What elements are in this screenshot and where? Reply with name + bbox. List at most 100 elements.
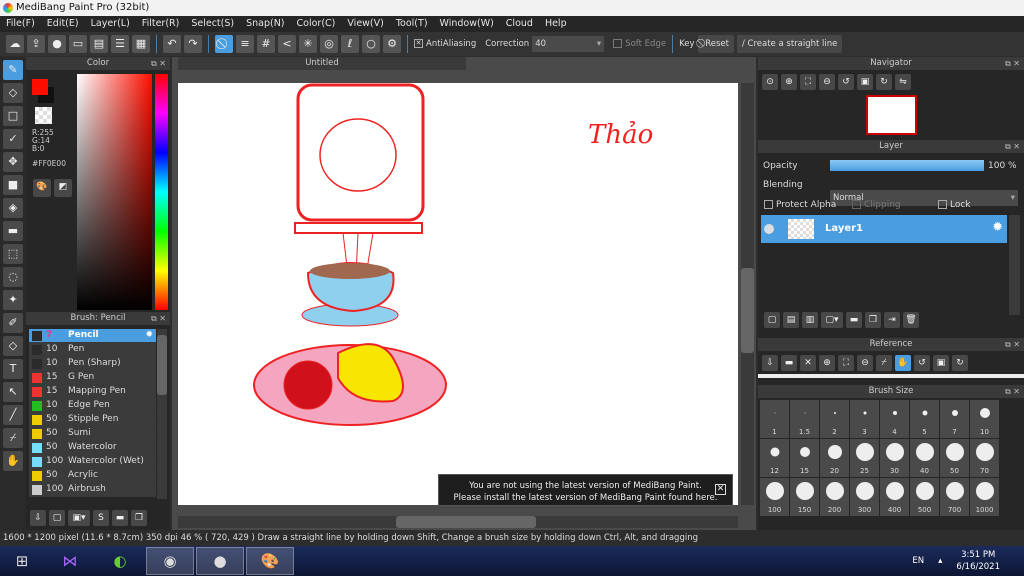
vertical-scrollbar[interactable] <box>741 83 754 505</box>
divide-tool-icon[interactable]: ╱ <box>3 405 23 425</box>
hue-slider[interactable] <box>155 74 168 310</box>
brush-size-option[interactable]: 7 <box>940 400 969 438</box>
brush-size-option[interactable]: 12 <box>760 439 789 477</box>
menu-cloud[interactable]: Cloud <box>500 16 539 32</box>
brush-item-airbrush[interactable]: 100 Airbrush <box>29 483 156 497</box>
brush-size-option[interactable]: 40 <box>910 439 939 477</box>
brush-item-pencil[interactable]: 7 Pencil ✹ <box>29 329 156 343</box>
text-tool-icon[interactable]: T <box>3 359 23 379</box>
brush-size-option[interactable]: 1.5 <box>790 400 819 438</box>
menu-tool[interactable]: Tool(T) <box>390 16 434 32</box>
cross-snap-icon[interactable]: # <box>257 35 275 53</box>
brush-size-option[interactable]: 2 <box>820 400 849 438</box>
brush-item[interactable]: 100 Watercolor (Wet) <box>29 455 156 469</box>
rotate-right-icon[interactable]: ↻ <box>876 74 892 90</box>
brush-settings-icon[interactable]: S <box>93 510 109 526</box>
visibility-icon[interactable] <box>764 224 774 234</box>
brush-item[interactable]: 10 Pen <box>29 343 156 357</box>
brush-size-option[interactable]: 5 <box>910 400 939 438</box>
brush-size-option[interactable]: 15 <box>790 439 819 477</box>
select-pen-icon[interactable]: ✓ <box>3 129 23 149</box>
comment-icon[interactable]: ● <box>48 35 66 53</box>
grid-icon[interactable]: ▦ <box>132 35 150 53</box>
cloud-icon[interactable]: ☁ <box>6 35 24 53</box>
zoom-in-icon[interactable]: ⊕ <box>781 74 797 90</box>
opacity-slider[interactable] <box>830 160 984 171</box>
brush-item[interactable]: 10 Edge Pen <box>29 399 156 413</box>
coccoc-browser-icon[interactable]: ◐ <box>96 547 144 575</box>
menu-window[interactable]: Window(W) <box>434 16 500 32</box>
vanishing-point-icon[interactable]: < <box>278 35 296 53</box>
trash-icon[interactable]: 🗑 <box>903 312 919 328</box>
move-tool-icon[interactable]: ✥ <box>3 152 23 172</box>
reset-button[interactable]: ⃠ Reset <box>697 35 734 53</box>
correction-select[interactable]: 40 <box>532 36 605 52</box>
layer-row[interactable]: Layer1 ✹ <box>761 215 1007 243</box>
scroll-thumb[interactable] <box>396 516 536 528</box>
panel-close-icon[interactable]: ⧉ ✕ <box>151 57 166 70</box>
add-brush-menu-icon[interactable]: ▣▾ <box>68 510 90 526</box>
brush-size-option[interactable]: 300 <box>850 478 879 516</box>
brush-size-option[interactable]: 4 <box>880 400 909 438</box>
chrome-icon[interactable]: ◉ <box>146 547 194 575</box>
zoom-in-icon[interactable]: ⊕ <box>819 355 835 371</box>
parallel-snap-icon[interactable]: ≡ <box>236 35 254 53</box>
rotate-left-icon[interactable]: ↺ <box>838 74 854 90</box>
reset-rotation-icon[interactable]: ▣ <box>857 74 873 90</box>
scroll-thumb[interactable] <box>741 268 754 353</box>
add-layer-menu-icon[interactable]: ▢▾ <box>821 312 843 328</box>
rotate-left-icon[interactable]: ↺ <box>914 355 930 371</box>
clock[interactable]: 3:51 PM 6/16/2021 <box>956 549 1000 573</box>
gear-icon[interactable]: ✹ <box>145 329 153 342</box>
message-icon[interactable]: ▭ <box>69 35 87 53</box>
open-folder-icon[interactable]: ▬ <box>781 355 797 371</box>
radial-snap-icon[interactable]: ✳ <box>299 35 317 53</box>
menu-edit[interactable]: Edit(E) <box>41 16 85 32</box>
operation-tool-icon[interactable]: ↖ <box>3 382 23 402</box>
brush-tool-icon[interactable]: ✎ <box>3 60 23 80</box>
zoom-out-icon[interactable]: ⊖ <box>819 74 835 90</box>
snap-off-icon[interactable]: ⃠ <box>215 35 233 53</box>
panel-close-icon[interactable]: ⧉ ✕ <box>1005 385 1020 398</box>
tray-expand-icon[interactable]: ▴ <box>938 556 942 566</box>
menu-color[interactable]: Color(C) <box>291 16 342 32</box>
select-eraser-icon[interactable]: ◇ <box>3 336 23 356</box>
duplicate-icon[interactable]: ❐ <box>131 510 147 526</box>
magic-wand-icon[interactable]: ✦ <box>3 290 23 310</box>
brush-size-option[interactable]: 20 <box>820 439 849 477</box>
brush-size-option[interactable]: 10 <box>970 400 999 438</box>
brush-list-scrollbar[interactable] <box>157 329 167 499</box>
flip-icon[interactable]: ⇋ <box>895 74 911 90</box>
brush-size-option[interactable]: 3 <box>850 400 879 438</box>
document-icon[interactable]: ▤ <box>90 35 108 53</box>
new-layer-icon[interactable]: ▢ <box>764 312 780 328</box>
curve-snap-icon[interactable]: ℓ <box>341 35 359 53</box>
transparent-color-swatch[interactable] <box>35 107 52 124</box>
rect-select-icon[interactable]: ⬚ <box>3 244 23 264</box>
antialiasing-checkbox[interactable]: ✕ AntiAliasing <box>414 39 476 49</box>
gear-icon[interactable]: ✹ <box>992 220 1003 235</box>
menu-filter[interactable]: Filter(R) <box>136 16 186 32</box>
palette-icon[interactable]: 🎨 <box>33 179 51 197</box>
folder-icon[interactable]: ▬ <box>846 312 862 328</box>
soft-edge-checkbox[interactable]: Soft Edge <box>613 39 666 49</box>
gradient-tool-icon[interactable]: ▬ <box>3 221 23 241</box>
brush-item[interactable]: 50 Watercolor <box>29 441 156 455</box>
menu-view[interactable]: View(V) <box>341 16 389 32</box>
panel-close-icon[interactable]: ⧉ ✕ <box>1005 57 1020 70</box>
brush-size-option[interactable]: 50 <box>940 439 969 477</box>
brush-size-option[interactable]: 1 <box>760 400 789 438</box>
folder-icon[interactable]: ▬ <box>112 510 128 526</box>
menu-help[interactable]: Help <box>539 16 573 32</box>
brush-item[interactable]: 15 Mapping Pen <box>29 385 156 399</box>
brush-size-option[interactable]: 70 <box>970 439 999 477</box>
brush-size-option[interactable]: 400 <box>880 478 909 516</box>
palette-settings-icon[interactable]: ◩ <box>54 179 72 197</box>
bucket-tool-icon[interactable]: ◈ <box>3 198 23 218</box>
panel-close-icon[interactable]: ⧉ ✕ <box>1005 338 1020 351</box>
eraser-tool-icon[interactable]: ◇ <box>3 83 23 103</box>
brush-size-option[interactable]: 150 <box>790 478 819 516</box>
fill-rect-icon[interactable]: ■ <box>3 175 23 195</box>
menu-select[interactable]: Select(S) <box>185 16 240 32</box>
panel-close-icon[interactable]: ⧉ ✕ <box>1005 140 1020 153</box>
